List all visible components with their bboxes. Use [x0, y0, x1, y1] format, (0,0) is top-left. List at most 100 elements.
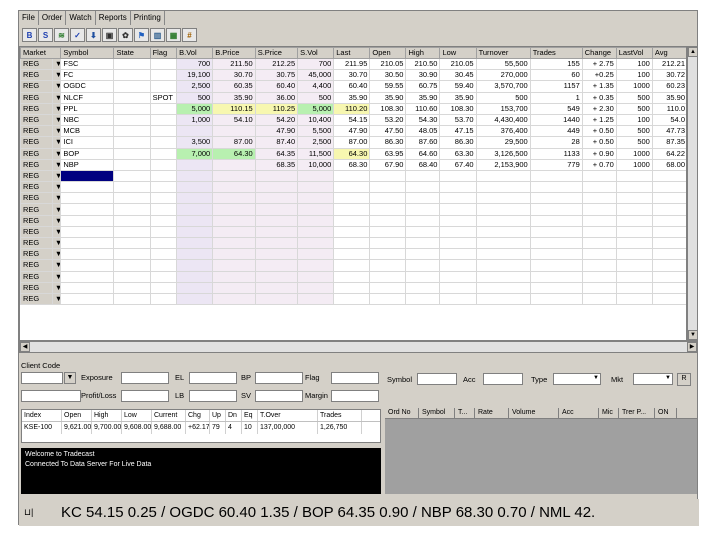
column-header-trades[interactable]: Trades: [529, 47, 583, 59]
column-header-open[interactable]: Open: [369, 47, 407, 59]
monitor-icon[interactable]: ▣: [102, 28, 117, 42]
chevron-down-icon[interactable]: ▼: [51, 102, 62, 115]
orders-column-header[interactable]: Symbol: [419, 408, 455, 418]
table-row[interactable]: REG▼: [20, 292, 686, 306]
mkt-filter-select[interactable]: ▼: [633, 373, 673, 385]
column-header-flag[interactable]: Flag: [149, 47, 178, 59]
check-icon[interactable]: ✓: [70, 28, 85, 42]
menu-watch[interactable]: Watch: [66, 11, 96, 25]
type-filter-select[interactable]: ▼: [553, 373, 601, 385]
refresh-button[interactable]: R: [677, 373, 691, 386]
table-row[interactable]: REG▼: [20, 181, 686, 194]
sell-icon[interactable]: S: [38, 28, 53, 42]
table-row[interactable]: REG▼: [20, 236, 686, 250]
calc-icon[interactable]: #: [182, 28, 197, 42]
column-header-sprice[interactable]: S.Price: [254, 47, 299, 59]
chevron-down-icon[interactable]: ▼: [51, 169, 62, 183]
table-row[interactable]: REG▼FC19,10030.7030.7545,00030.7030.5030…: [20, 69, 686, 82]
table-row[interactable]: REG▼NLCFSPOT50035.9036.0050035.9035.9035…: [20, 91, 686, 104]
orders-column-header[interactable]: Mic: [599, 408, 619, 418]
column-header-bvol[interactable]: B.Vol: [176, 47, 214, 59]
acc-filter-input[interactable]: [483, 373, 523, 385]
chevron-down-icon[interactable]: ▼: [51, 80, 62, 93]
chart-icon[interactable]: ≋: [54, 28, 69, 42]
column-header-change[interactable]: Change: [581, 47, 617, 59]
chevron-down-icon[interactable]: ▼: [51, 236, 62, 250]
chevron-down-icon[interactable]: ▼: [51, 248, 62, 261]
profit-loss-value[interactable]: [121, 390, 169, 402]
table-row[interactable]: REG▼: [20, 281, 686, 294]
client-lookup-button[interactable]: ▼: [64, 372, 76, 384]
scroll-down-icon[interactable]: ▼: [688, 330, 698, 340]
chevron-down-icon[interactable]: ▼: [51, 270, 62, 283]
table-row[interactable]: REG▼ICI3,50087.0087.402,50087.0086.3087.…: [20, 136, 686, 149]
table-row[interactable]: REG▼NBP 68.3510,00068.3067.9068.4067.402,…: [20, 158, 686, 171]
margin-input[interactable]: [331, 390, 379, 402]
client-code-input[interactable]: [21, 372, 63, 384]
column-header-low[interactable]: Low: [439, 47, 477, 59]
orders-column-header[interactable]: T...: [455, 408, 475, 418]
grid-icon[interactable]: ▦: [166, 28, 181, 42]
scroll-up-icon[interactable]: ▲: [688, 47, 698, 57]
menu-file[interactable]: File: [19, 11, 39, 25]
column-header-last[interactable]: Last: [333, 47, 371, 59]
exposure-input[interactable]: [121, 372, 169, 384]
chevron-down-icon[interactable]: ▼: [51, 136, 62, 149]
chevron-down-icon[interactable]: ▼: [51, 91, 62, 104]
gear-icon[interactable]: ✿: [118, 28, 133, 42]
orders-column-header[interactable]: Acc: [559, 408, 599, 418]
table-row[interactable]: REG▼FSC700211.50212.25700211.95210.05210…: [20, 57, 686, 71]
table-row[interactable]: REG▼: [20, 270, 686, 283]
sv-input[interactable]: [255, 390, 303, 402]
scroll-left-icon[interactable]: ◀: [20, 342, 30, 352]
menu-order[interactable]: Order: [39, 11, 67, 25]
chevron-down-icon[interactable]: ▼: [51, 292, 62, 306]
chevron-down-icon[interactable]: ▼: [51, 281, 62, 294]
table-row[interactable]: REG▼: [20, 248, 686, 261]
chevron-down-icon[interactable]: ▼: [51, 125, 62, 138]
orders-column-header[interactable]: Rate: [475, 408, 509, 418]
chevron-down-icon[interactable]: ▼: [51, 113, 62, 127]
menu-reports[interactable]: Reports: [96, 11, 131, 25]
column-header-turnover[interactable]: Turnover: [475, 47, 531, 59]
chevron-down-icon[interactable]: ▼: [51, 225, 62, 239]
horizontal-scrollbar[interactable]: ◀ ▶: [19, 341, 698, 353]
table-row[interactable]: REG▼OGDC2,50060.3560.404,40060.4059.5560…: [20, 80, 686, 93]
chevron-down-icon[interactable]: ▼: [51, 214, 62, 227]
orders-column-header[interactable]: ON: [655, 408, 677, 418]
column-header-lastvol[interactable]: LastVol: [615, 47, 653, 59]
chevron-down-icon[interactable]: ▼: [51, 259, 62, 272]
table-row[interactable]: REG▼MCB47.905,50047.9047.5048.0547.15376…: [20, 125, 686, 138]
lb-input[interactable]: [189, 390, 237, 402]
chevron-down-icon[interactable]: ▼: [51, 192, 62, 205]
chevron-down-icon[interactable]: ▼: [51, 57, 62, 71]
el-input[interactable]: [189, 372, 237, 384]
chevron-down-icon[interactable]: ▼: [51, 203, 62, 216]
profit-loss-input[interactable]: [21, 390, 81, 402]
column-header-bprice[interactable]: B.Price: [212, 47, 256, 59]
table-row[interactable]: REG▼NBC1,00054.1054.2010,40054.1553.2054…: [20, 113, 686, 127]
scroll-right-icon[interactable]: ▶: [687, 342, 697, 352]
flag-input[interactable]: [331, 372, 379, 384]
bars-icon[interactable]: ▥: [150, 28, 165, 42]
table-row[interactable]: REG▼: [20, 214, 686, 227]
orders-column-header[interactable]: Trer P...: [619, 408, 655, 418]
chevron-down-icon[interactable]: ▼: [51, 147, 62, 160]
column-header-avg[interactable]: Avg: [651, 47, 686, 59]
people-icon[interactable]: ⚑: [134, 28, 149, 42]
table-row[interactable]: REG▼: [20, 259, 686, 272]
chevron-down-icon[interactable]: ▼: [51, 69, 62, 82]
chevron-down-icon[interactable]: ▼: [51, 181, 62, 194]
table-row[interactable]: REG▼: [20, 225, 686, 239]
chevron-down-icon[interactable]: ▼: [51, 158, 62, 171]
orders-column-header[interactable]: Volume: [509, 408, 559, 418]
table-row[interactable]: REG▼BOP7,00064.3064.3511,50064.3063.9564…: [20, 147, 686, 160]
column-header-svol[interactable]: S.Vol: [297, 47, 335, 59]
menu-printing[interactable]: Printing: [131, 11, 165, 25]
buy-icon[interactable]: B: [22, 28, 37, 42]
orders-column-header[interactable]: Ord No: [385, 408, 419, 418]
symbol-filter-input[interactable]: [417, 373, 457, 385]
table-row[interactable]: REG▼: [20, 169, 686, 183]
table-row[interactable]: REG▼: [20, 203, 686, 216]
vertical-scrollbar[interactable]: ▲ ▼: [687, 46, 698, 341]
